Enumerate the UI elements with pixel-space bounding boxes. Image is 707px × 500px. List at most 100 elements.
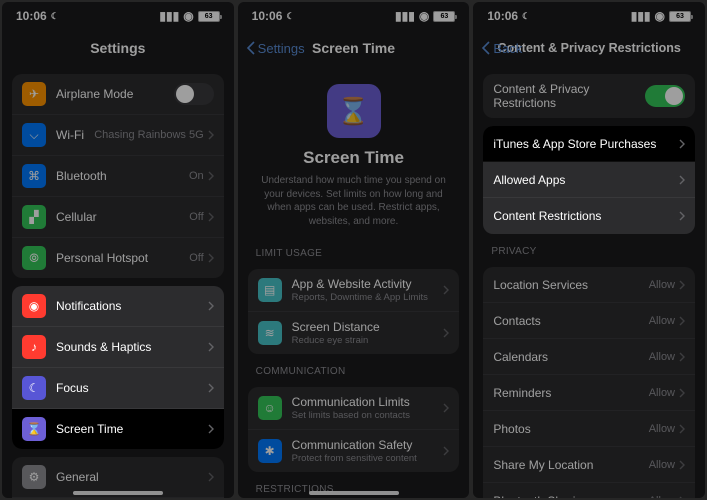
- home-indicator[interactable]: [309, 491, 399, 495]
- section-communication: COMMUNICATION: [238, 362, 470, 379]
- nav-title: Content & Privacy Restrictions: [497, 41, 680, 55]
- general-icon: ⚙: [22, 465, 46, 489]
- wifi-icon: ◉: [183, 9, 193, 23]
- row-content-restrictions[interactable]: Content Restrictions: [483, 198, 695, 234]
- signal-icon: ▮▮▮: [395, 9, 415, 23]
- hotspot-icon: ⦾: [22, 246, 46, 270]
- nav-title: Screen Time: [312, 40, 395, 56]
- row-wifi[interactable]: ⌵ Wi-Fi Chasing Rainbows 5G: [12, 115, 224, 156]
- comm-limits-icon: ☺: [258, 396, 282, 420]
- settings-screen: 10:06 ☾ ▮▮▮ ◉ 63 Settings ✈ Airplane Mod…: [2, 2, 234, 498]
- row-sounds[interactable]: ♪ Sounds & Haptics: [12, 327, 224, 368]
- settings-group-network: ✈ Airplane Mode ⌵ Wi-Fi Chasing Rainbows…: [12, 74, 224, 278]
- status-time: 10:06: [16, 9, 47, 23]
- row-focus[interactable]: ☾ Focus: [12, 368, 224, 409]
- group-privacy: Location ServicesAllow ContactsAllow Cal…: [483, 267, 695, 498]
- row-calendars[interactable]: CalendarsAllow: [483, 339, 695, 375]
- row-airplane-mode[interactable]: ✈ Airplane Mode: [12, 74, 224, 115]
- row-hotspot[interactable]: ⦾ Personal Hotspot Off: [12, 238, 224, 278]
- chevron-right-icon: [443, 328, 449, 338]
- row-comm-safety[interactable]: ✱Communication SafetyProtect from sensit…: [248, 430, 460, 472]
- status-bar: 10:06 ☾ ▮▮▮ ◉ 63: [2, 2, 234, 30]
- chevron-right-icon: [679, 352, 685, 362]
- chevron-right-icon: [208, 472, 214, 482]
- status-time: 10:06: [487, 9, 518, 23]
- settings-group-focus: ◉ Notifications ♪ Sounds & Haptics ☾ Foc…: [12, 286, 224, 449]
- wifi-settings-icon: ⌵: [22, 123, 46, 147]
- sounds-icon: ♪: [22, 335, 46, 359]
- chevron-right-icon: [679, 316, 685, 326]
- row-screen-distance[interactable]: ≋Screen DistanceReduce eye strain: [248, 312, 460, 354]
- airplane-toggle[interactable]: [174, 83, 214, 105]
- row-photos[interactable]: PhotosAllow: [483, 411, 695, 447]
- row-screen-time[interactable]: ⌛ Screen Time: [12, 409, 224, 449]
- nav-bar: Back Content & Privacy Restrictions: [473, 30, 705, 66]
- status-bar: 10:06 ☾ ▮▮▮◉63: [473, 2, 705, 30]
- comm-safety-icon: ✱: [258, 439, 282, 463]
- battery-icon: 63: [433, 11, 455, 22]
- chevron-right-icon: [679, 388, 685, 398]
- cpr-toggle[interactable]: [645, 85, 685, 107]
- section-limit-usage: LIMIT USAGE: [238, 244, 470, 261]
- row-itunes-purchases[interactable]: iTunes & App Store Purchases: [483, 126, 695, 162]
- content-privacy-screen: 10:06 ☾ ▮▮▮◉63 Back Content & Privacy Re…: [473, 2, 705, 498]
- screen-time-icon: ⌛: [22, 417, 46, 441]
- row-cpr-toggle[interactable]: Content & Privacy Restrictions: [483, 74, 695, 118]
- dnd-moon-icon: ☾: [522, 11, 530, 22]
- signal-icon: ▮▮▮: [631, 9, 651, 23]
- wifi-icon: ◉: [419, 9, 429, 23]
- chevron-right-icon: [679, 496, 685, 499]
- row-allowed-apps[interactable]: Allowed Apps: [483, 162, 695, 198]
- row-cellular[interactable]: ▞ Cellular Off: [12, 197, 224, 238]
- notifications-icon: ◉: [22, 294, 46, 318]
- nav-bar: Settings Screen Time: [238, 30, 470, 66]
- row-comm-limits[interactable]: ☺Communication LimitsSet limits based on…: [248, 387, 460, 430]
- back-button[interactable]: Back: [481, 41, 522, 56]
- row-bluetooth[interactable]: ⌘ Bluetooth On: [12, 156, 224, 197]
- chevron-right-icon: [679, 175, 685, 185]
- row-app-activity[interactable]: ▤App & Website ActivityReports, Downtime…: [248, 269, 460, 312]
- chevron-right-icon: [679, 460, 685, 470]
- chevron-right-icon: [679, 424, 685, 434]
- chevron-right-icon: [208, 383, 214, 393]
- chevron-right-icon: [679, 139, 685, 149]
- signal-icon: ▮▮▮: [159, 9, 179, 23]
- activity-icon: ▤: [258, 278, 282, 302]
- chevron-right-icon: [443, 446, 449, 456]
- row-location[interactable]: Location ServicesAllow: [483, 267, 695, 303]
- row-share-location[interactable]: Share My LocationAllow: [483, 447, 695, 483]
- row-bluetooth-sharing[interactable]: Bluetooth SharingAllow: [483, 483, 695, 498]
- row-notifications[interactable]: ◉ Notifications: [12, 286, 224, 327]
- status-bar: 10:06 ☾ ▮▮▮◉63: [238, 2, 470, 30]
- focus-icon: ☾: [22, 376, 46, 400]
- nav-bar: Settings: [2, 30, 234, 66]
- row-contacts[interactable]: ContactsAllow: [483, 303, 695, 339]
- chevron-right-icon: [443, 285, 449, 295]
- chevron-right-icon: [208, 253, 214, 263]
- hero-title: Screen Time: [258, 148, 450, 168]
- home-indicator[interactable]: [73, 491, 163, 495]
- hero-description: Understand how much time you spend on yo…: [258, 174, 450, 228]
- wifi-icon: ◉: [655, 9, 665, 23]
- chevron-right-icon: [679, 280, 685, 290]
- hourglass-icon: ⌛: [327, 84, 381, 138]
- nav-title: Settings: [90, 40, 145, 56]
- group-communication: ☺Communication LimitsSet limits based on…: [248, 387, 460, 472]
- chevron-right-icon: [208, 130, 214, 140]
- dnd-moon-icon: ☾: [51, 11, 59, 22]
- group-master-toggle: Content & Privacy Restrictions: [483, 74, 695, 118]
- chevron-right-icon: [208, 301, 214, 311]
- screen-time-hero: ⌛ Screen Time Understand how much time y…: [238, 66, 470, 238]
- back-button[interactable]: Settings: [246, 41, 305, 56]
- group-restrict-items: iTunes & App Store Purchases Allowed App…: [483, 126, 695, 234]
- screen-time-screen: 10:06 ☾ ▮▮▮◉63 Settings Screen Time ⌛ Sc…: [238, 2, 470, 498]
- chevron-right-icon: [208, 342, 214, 352]
- bluetooth-icon: ⌘: [22, 164, 46, 188]
- airplane-icon: ✈: [22, 82, 46, 106]
- status-time: 10:06: [252, 9, 283, 23]
- row-reminders[interactable]: RemindersAllow: [483, 375, 695, 411]
- chevron-right-icon: [208, 424, 214, 434]
- section-privacy: PRIVACY: [473, 242, 705, 259]
- group-limit-usage: ▤App & Website ActivityReports, Downtime…: [248, 269, 460, 354]
- chevron-right-icon: [443, 403, 449, 413]
